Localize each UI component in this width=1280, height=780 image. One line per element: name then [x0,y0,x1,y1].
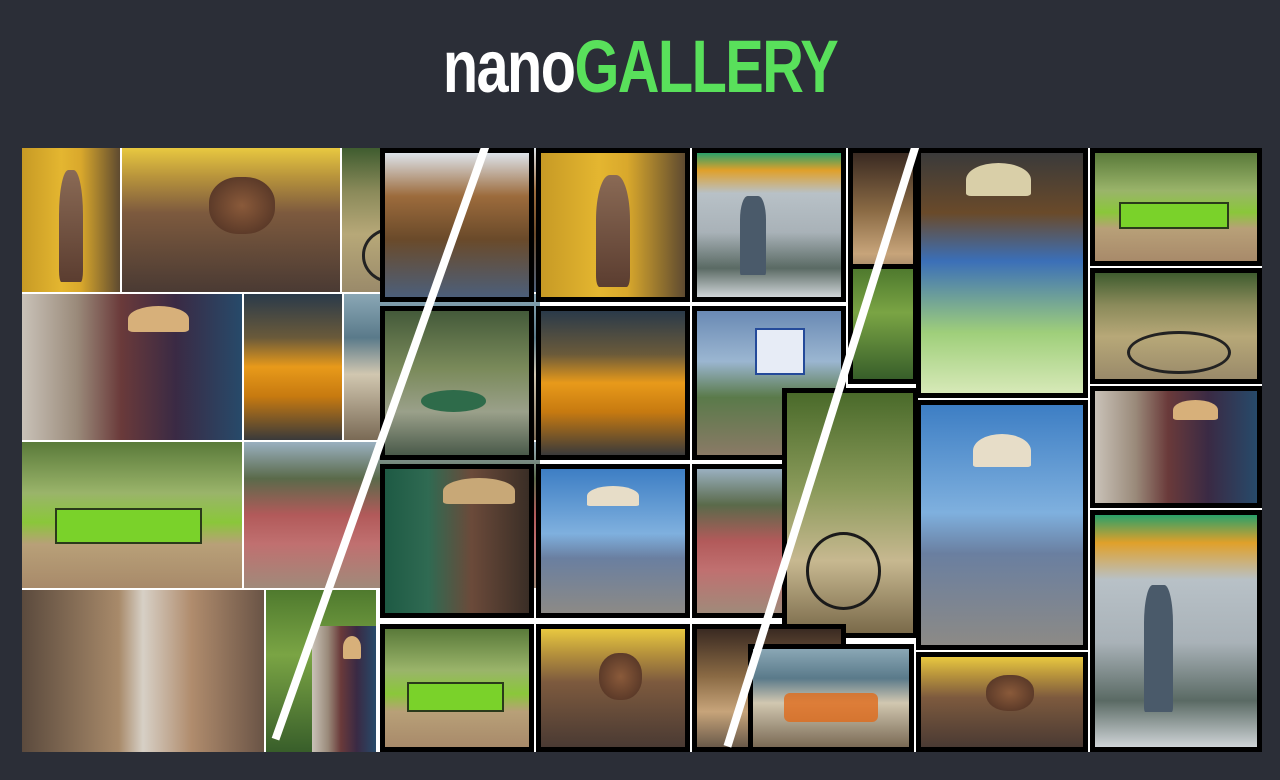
thumbnail[interactable] [22,442,242,588]
thumbnail[interactable] [536,148,690,302]
thumbnail[interactable] [22,590,264,752]
thumbnail[interactable] [1090,510,1262,752]
thumbnail[interactable] [536,306,690,460]
logo-text-gallery: GALLERY [574,25,838,108]
thumbnail[interactable] [122,148,340,292]
thumbnail[interactable] [916,652,1088,752]
thumbnail[interactable] [748,644,914,752]
thumbnail[interactable] [536,464,690,618]
thumbnail[interactable] [244,294,342,440]
thumbnail[interactable] [1090,386,1262,508]
thumbnail[interactable] [380,624,534,752]
thumbnail[interactable] [380,464,534,618]
thumbnail[interactable] [916,148,1088,398]
gallery-panel [22,148,1262,752]
logo-text-nano: nano [442,25,576,108]
thumbnail[interactable] [1090,268,1262,384]
thumbnail[interactable] [916,400,1088,650]
thumbnail[interactable] [536,624,690,752]
thumbnail[interactable] [22,148,120,292]
gallery-logo: nanoGALLERY [141,22,1139,112]
thumbnail[interactable] [692,148,846,302]
thumbnail[interactable] [22,294,242,440]
thumbnail[interactable] [1090,148,1262,266]
thumbnail[interactable] [312,626,376,752]
